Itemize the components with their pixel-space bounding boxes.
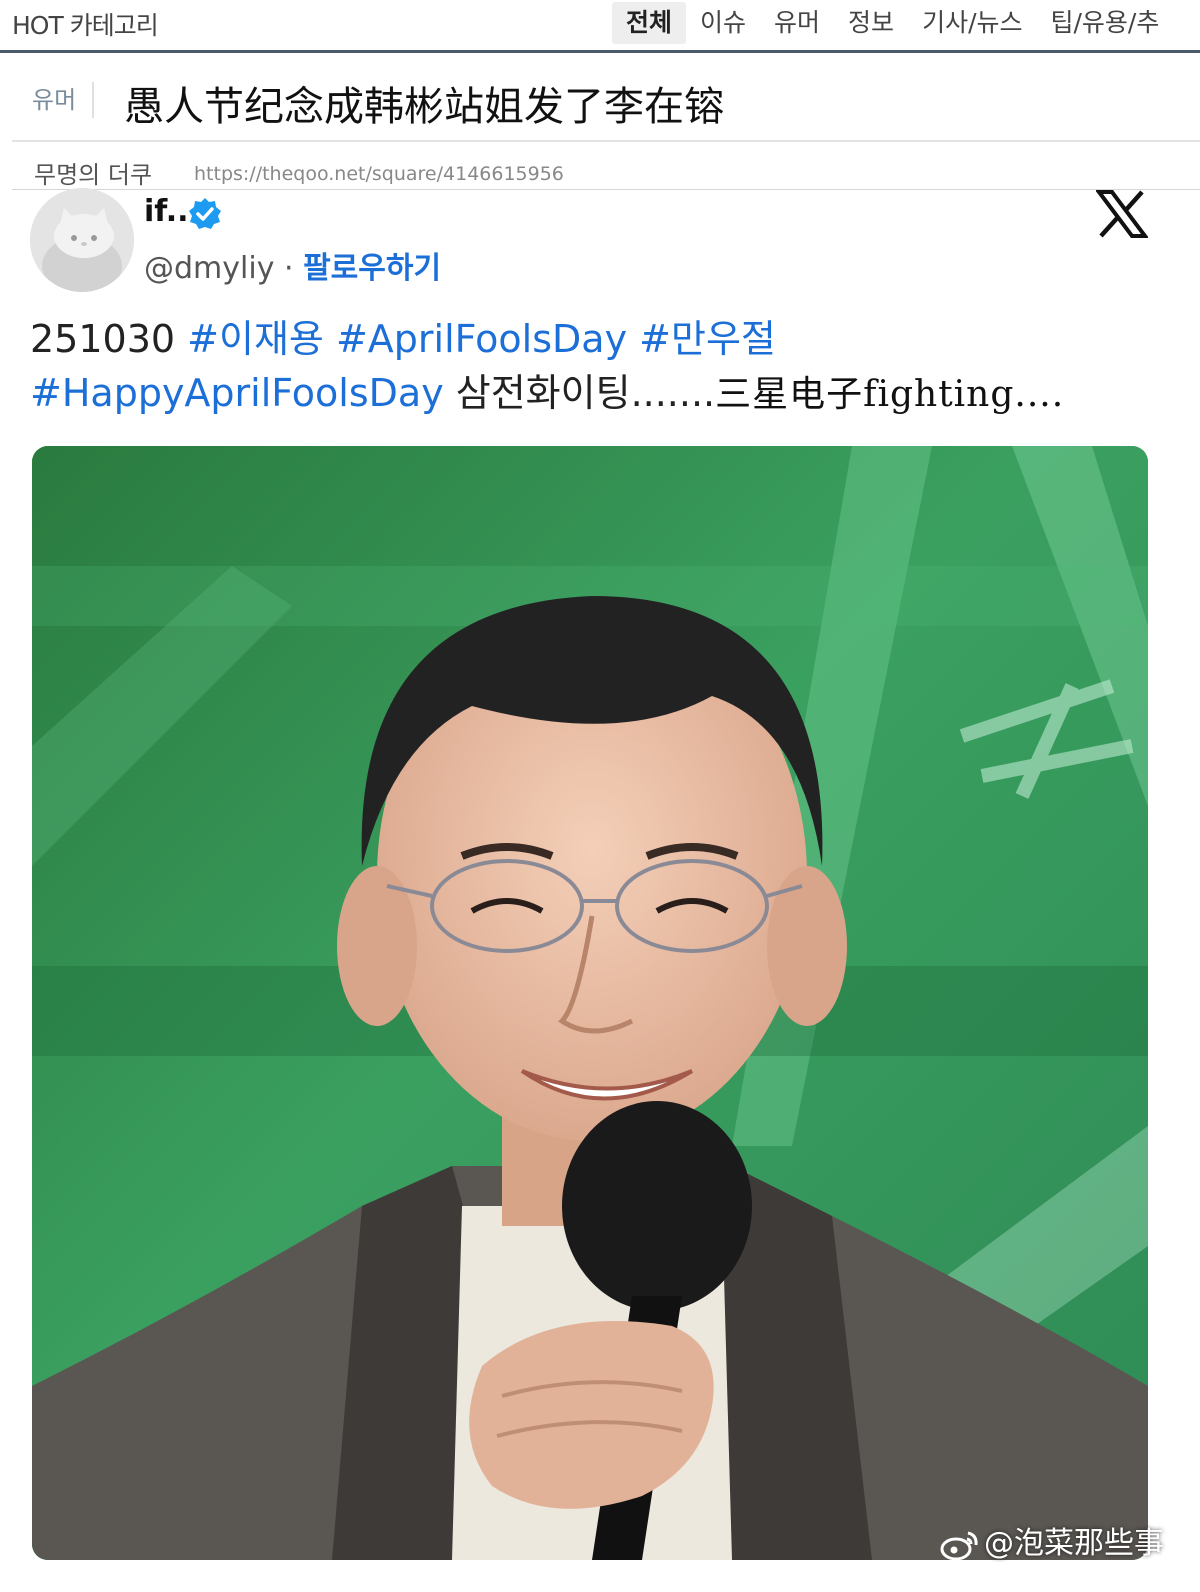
weibo-watermark: @泡菜那些事 xyxy=(940,1518,1164,1562)
tweet-handle[interactable]: @dmyliy xyxy=(144,251,274,286)
post-meta: 무명의 더쿠 https://theqoo.net/square/4146615… xyxy=(12,145,1200,190)
post-header: 유머 愚人节纪念成韩彬站姐发了李在镕 xyxy=(12,60,1200,142)
tab-tips[interactable]: 팁/유용/추 xyxy=(1037,2,1174,44)
follow-button[interactable]: 팔로우하기 xyxy=(303,251,441,286)
hashtag-april-fools-day[interactable]: #AprilFoolsDay xyxy=(336,317,627,361)
post-category[interactable]: 유머 xyxy=(32,82,95,118)
hashtag-happy-april-fools-day[interactable]: #HappyAprilFoolsDay xyxy=(30,371,444,415)
tab-humor[interactable]: 유머 xyxy=(760,2,834,44)
category-bar: HOT 카테고리 전체 이슈 유머 정보 기사/뉴스 팁/유용/추 xyxy=(0,0,1200,53)
tab-news[interactable]: 기사/뉴스 xyxy=(908,2,1036,44)
watermark-text: @泡菜那些事 xyxy=(984,1526,1164,1561)
handle-separator: · xyxy=(274,251,304,286)
tweet-text-line-2: #HappyAprilFoolsDay 삼전화이팅.......三星电子figh… xyxy=(30,366,1180,422)
post-author: 무명의 더쿠 xyxy=(34,161,153,189)
tab-all[interactable]: 전체 xyxy=(612,2,687,44)
post-title: 愚人节纪念成韩彬站姐发了李在镕 xyxy=(124,84,724,130)
x-logo-icon[interactable] xyxy=(1096,190,1148,238)
tweet-display-name[interactable]: if.. xyxy=(144,194,189,229)
verified-badge-icon xyxy=(189,198,221,229)
hello-kitty-avatar-icon xyxy=(30,188,134,292)
tab-info[interactable]: 정보 xyxy=(834,2,908,44)
tweet-text: 251030 #이재용 #AprilFoolsDay #만우절 #HappyAp… xyxy=(30,312,1180,422)
tweet-chinese-translation: 三星电子fighting.... xyxy=(715,374,1065,415)
tweet-korean-text: 삼전화이팅....... xyxy=(443,371,716,415)
hashtag-manujeol[interactable]: #만우절 xyxy=(639,317,776,361)
category-tabs: 전체 이슈 유머 정보 기사/뉴스 팁/유용/추 xyxy=(612,2,1173,44)
tweet-handle-row: @dmyliy · 팔로우하기 xyxy=(144,243,441,287)
tweet-photo[interactable] xyxy=(32,446,1148,1560)
tab-issue[interactable]: 이슈 xyxy=(686,2,760,44)
post-url[interactable]: https://theqoo.net/square/4146615956 xyxy=(194,163,564,185)
avatar[interactable] xyxy=(30,188,134,292)
tweet-text-line-1: 251030 #이재용 #AprilFoolsDay #만우절 xyxy=(30,312,1180,366)
hot-category-label: HOT 카테고리 xyxy=(12,11,159,40)
hashtag-lee-jaeyong[interactable]: #이재용 xyxy=(187,317,324,361)
weibo-icon xyxy=(940,1531,978,1560)
photo-illustration xyxy=(32,446,1148,1560)
tweet-date: 251030 xyxy=(30,317,188,361)
screenshot: HOT 카테고리 전체 이슈 유머 정보 기사/뉴스 팁/유용/추 유머 愚人节… xyxy=(0,0,1200,1592)
